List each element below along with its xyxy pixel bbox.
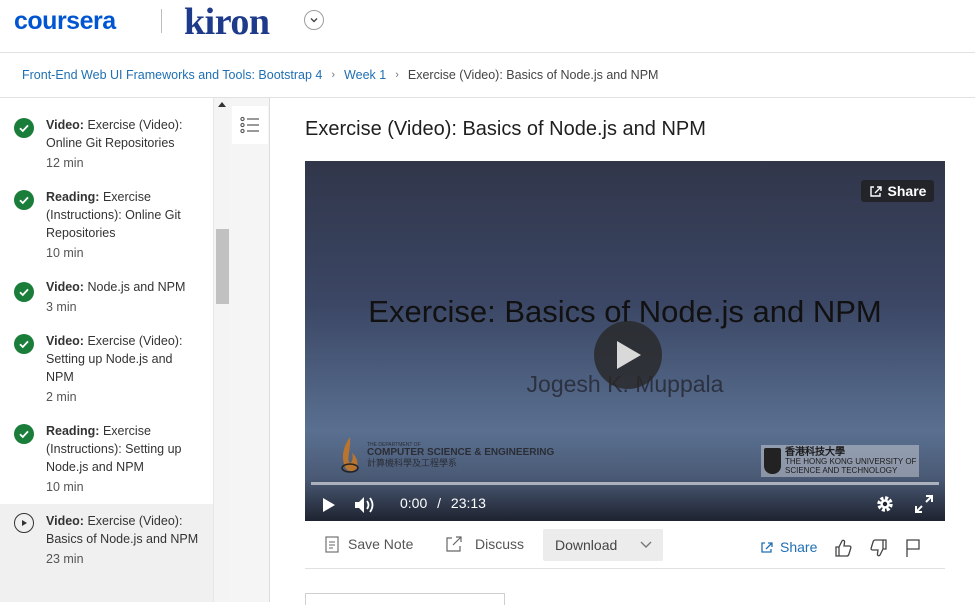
dislike-button[interactable] xyxy=(868,537,890,559)
cse-department-logo: THE DEPARTMENT OF COMPUTER SCIENCE & ENG… xyxy=(339,435,554,475)
hkust-logo: 香港科技大學 THE HONG KONG UNIVERSITY OF SCIEN… xyxy=(761,445,919,477)
play-icon xyxy=(617,341,641,369)
hkust-crest-icon xyxy=(764,448,781,474)
breadcrumb: Front-End Web UI Frameworks and Tools: B… xyxy=(0,53,975,98)
chevron-down-icon xyxy=(310,18,318,23)
completed-check-icon xyxy=(14,424,34,444)
completed-check-icon xyxy=(14,282,34,302)
total-duration: 23:13 xyxy=(450,495,486,511)
report-flag-button[interactable] xyxy=(902,537,924,559)
sidebar-scrollbar[interactable] xyxy=(213,98,230,602)
lesson-duration: 3 min xyxy=(46,300,77,314)
lesson-duration: 2 min xyxy=(46,390,77,404)
share-button[interactable]: Share xyxy=(760,527,817,567)
top-header: coursera kiron xyxy=(0,0,975,53)
lecture-action-bar: Save Note Discuss Download Share xyxy=(305,527,945,569)
fullscreen-button[interactable] xyxy=(914,494,934,519)
chevron-right-icon: › xyxy=(395,69,399,81)
play-icon xyxy=(323,498,335,512)
thumbs-up-icon xyxy=(835,539,852,557)
time-display: 0:00 / 23:13 xyxy=(400,495,486,511)
completed-check-icon xyxy=(14,118,34,138)
chevron-down-icon xyxy=(640,541,652,548)
volume-icon xyxy=(355,497,374,513)
video-controls: 0:00 / 23:13 xyxy=(305,489,945,521)
chevron-right-icon: › xyxy=(331,69,336,81)
logo-divider xyxy=(161,9,162,33)
share-icon xyxy=(869,185,882,197)
lesson-item[interactable]: Video: Node.js and NPM 3 min xyxy=(0,278,213,316)
save-note-button[interactable]: Save Note xyxy=(325,527,413,561)
toggle-outline-button[interactable] xyxy=(232,106,268,144)
lesson-item[interactable]: Reading: Exercise (Instructions): Settin… xyxy=(0,422,213,496)
scroll-up-arrow-icon[interactable] xyxy=(218,102,226,107)
discuss-button[interactable]: Discuss xyxy=(445,527,524,561)
lesson-item-current[interactable]: Video: Exercise (Video): Basics of Node.… xyxy=(0,504,213,602)
big-play-button[interactable] xyxy=(594,321,662,389)
lesson-duration: 23 min xyxy=(46,552,84,566)
current-time: 0:00 xyxy=(400,495,428,511)
video-player[interactable]: Share Exercise: Basics of Node.js and NP… xyxy=(305,161,945,521)
lesson-duration: 12 min xyxy=(46,156,84,170)
flag-icon xyxy=(906,539,920,557)
partner-menu-button[interactable] xyxy=(304,10,324,30)
gear-icon xyxy=(877,496,893,512)
play-button[interactable] xyxy=(322,497,336,518)
page-title: Exercise (Video): Basics of Node.js and … xyxy=(305,118,706,140)
video-share-button[interactable]: Share xyxy=(861,180,934,202)
expand-icon xyxy=(915,495,933,513)
completed-check-icon xyxy=(14,190,34,210)
lesson-item[interactable]: Video: Exercise (Video): Setting up Node… xyxy=(0,332,213,406)
list-icon xyxy=(240,116,259,134)
like-button[interactable] xyxy=(832,537,854,559)
next-content-box xyxy=(305,593,505,605)
lesson-sidebar: Video: Exercise (Video): Online Git Repo… xyxy=(0,98,213,602)
note-icon xyxy=(325,535,339,553)
download-dropdown[interactable]: Download xyxy=(543,529,663,561)
volume-button[interactable] xyxy=(354,496,376,519)
lesson-duration: 10 min xyxy=(46,246,84,260)
thumbs-down-icon xyxy=(870,539,887,557)
partner-logo[interactable]: kiron xyxy=(184,0,270,44)
flame-logo-icon xyxy=(341,437,359,473)
breadcrumb-week-link[interactable]: Week 1 xyxy=(344,68,386,82)
external-link-icon xyxy=(446,536,462,552)
play-circle-icon xyxy=(14,513,34,533)
settings-button[interactable] xyxy=(875,494,895,519)
side-rail xyxy=(230,98,270,602)
breadcrumb-course-link[interactable]: Front-End Web UI Frameworks and Tools: B… xyxy=(22,68,322,82)
lesson-duration: 10 min xyxy=(46,480,84,494)
lesson-item[interactable]: Reading: Exercise (Instructions): Online… xyxy=(0,188,213,262)
coursera-logo[interactable]: coursera xyxy=(14,7,116,36)
scrollbar-thumb[interactable] xyxy=(216,229,229,304)
breadcrumb-current: Exercise (Video): Basics of Node.js and … xyxy=(407,68,659,82)
share-icon xyxy=(761,541,773,553)
lesson-item[interactable]: Video: Exercise (Video): Online Git Repo… xyxy=(0,116,213,172)
video-progress-bar[interactable] xyxy=(311,482,939,485)
completed-check-icon xyxy=(14,334,34,354)
